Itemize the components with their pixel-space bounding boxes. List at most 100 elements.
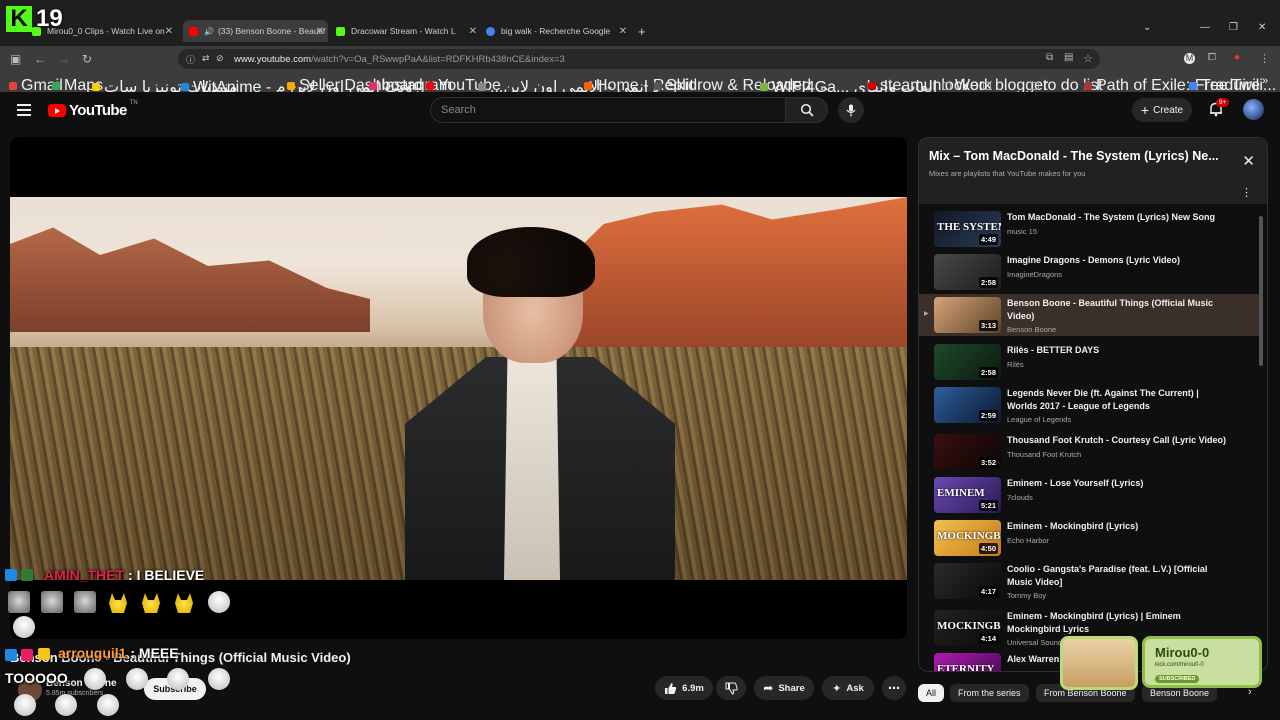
chat-badge-icon (5, 569, 17, 581)
playlist-item-title: Alex Warren - (1007, 654, 1065, 664)
forward-icon[interactable]: → (58, 52, 70, 66)
close-icon[interactable]: ✕ (1242, 152, 1255, 170)
stream-overlay-counter: K 19 (6, 5, 63, 33)
share-button[interactable]: ➦ Share (754, 676, 814, 700)
minimize-icon[interactable]: — (1200, 22, 1210, 33)
youtube-favicon-icon (189, 26, 198, 36)
site-info-icon[interactable]: ⓘ (186, 53, 195, 66)
subscriber-count: 5.85m subscribers (46, 690, 104, 697)
thumbnail-text: MOCKINGBIRD (937, 530, 1001, 542)
install-icon[interactable]: ⧉ (1046, 52, 1053, 63)
more-actions-icon[interactable]: ⋯ (882, 676, 906, 700)
video-thumbnail[interactable]: 2:59 (934, 387, 1001, 423)
like-count: 6.9m (682, 682, 704, 694)
bookmark-icon (760, 83, 768, 91)
like-button[interactable]: 6.9m (655, 676, 713, 700)
video-player[interactable] (10, 137, 907, 639)
video-thumbnail[interactable]: 3:13 (934, 297, 1001, 333)
duration-badge: 5:21 (978, 500, 998, 511)
chip-from-series[interactable]: From the series (950, 684, 1029, 702)
playlist-item-channel: Echo Harbor (1007, 535, 1050, 545)
chat-badge-icon (21, 569, 33, 581)
browser-tab-3[interactable]: Dracowar Stream - Watch L ✕ (336, 20, 481, 42)
playlist-item[interactable]: ▶ 3:13 Benson Boone - Beautiful Things (Of… (919, 294, 1259, 336)
close-icon[interactable]: ✕ (165, 26, 173, 37)
video-thumbnail[interactable]: EMINEM 5:21 (934, 477, 1001, 513)
more-bookmarks-icon[interactable]: » (1262, 75, 1268, 87)
logo-region: TN (129, 100, 138, 106)
close-window-icon[interactable]: ✕ (1258, 22, 1266, 33)
tab-search-icon[interactable]: ⌄ (1143, 22, 1151, 33)
duration-badge: 2:58 (978, 277, 998, 288)
more-options-icon[interactable]: ⋮ (1241, 186, 1252, 199)
playlist-item[interactable]: 3:52 Thousand Foot Krutch - Courtesy Call… (919, 431, 1259, 473)
playlist-item[interactable]: 2:58 Rilès - BETTER DAYS Rilès (919, 341, 1259, 383)
ask-button[interactable]: ✦ Ask (822, 676, 874, 700)
playlist-item-title: Rilès - BETTER DAYS (1007, 345, 1100, 355)
new-tab-button[interactable]: + (638, 20, 652, 42)
playlist-item-title: Eminem - Mockingbird (Lyrics) (1007, 521, 1139, 531)
sidebar-icon[interactable]: ▣ (10, 52, 21, 66)
crown-badge-icon (38, 648, 50, 660)
tracking-icon[interactable]: ⊘ (216, 53, 224, 64)
youtube-logo[interactable]: YouTube TN (48, 100, 138, 119)
playlist-item-title: Legends Never Die (ft. Against The Curre… (1007, 388, 1199, 411)
video-thumbnail[interactable]: 2:58 (934, 254, 1001, 290)
account-avatar[interactable] (1243, 99, 1264, 120)
share-label: Share (778, 682, 805, 694)
extension-m-icon[interactable]: M (1184, 53, 1195, 64)
mountain-left (10, 227, 370, 332)
address-bar[interactable]: ⓘ ⇄ ⊘ www.youtube.com/watch?v=Oa_RSwwpPa… (178, 49, 1100, 69)
back-icon[interactable]: ← (34, 52, 46, 66)
playlist-item-title: Tom MacDonald - The System (Lyrics) New … (1007, 212, 1216, 222)
reload-icon[interactable]: ↻ (82, 52, 92, 66)
cast-icon[interactable]: ▤ (1064, 52, 1073, 63)
video-thumbnail[interactable]: ETERNITY (934, 653, 1001, 672)
close-icon[interactable]: ✕ (316, 26, 324, 37)
folder-icon (1031, 82, 1039, 90)
video-thumbnail[interactable]: 4:17 (934, 563, 1001, 599)
search-button[interactable] (786, 97, 828, 123)
browser-tab-2[interactable]: 🔊 (33) Benson Boone - Beautif ✕ (183, 20, 328, 42)
playlist-item[interactable]: 2:58 Imagine Dragons - Demons (Lyric Vide… (919, 251, 1259, 293)
playlist-item[interactable]: EMINEM 5:21 Eminem - Lose Yourself (Lyrics… (919, 474, 1259, 516)
create-button[interactable]: + Create (1132, 98, 1192, 122)
bookmark-icon (92, 83, 100, 91)
video-thumbnail[interactable]: MOCKINGBIRD4:14 (934, 610, 1001, 646)
emote-icon (74, 591, 96, 613)
video-thumbnail[interactable]: 2:58 (934, 344, 1001, 380)
playlist-header: Mix – Tom MacDonald - The System (Lyrics… (919, 138, 1267, 204)
video-thumbnail[interactable]: MOCKINGBIRD4:50 (934, 520, 1001, 556)
playlist-panel: Mix – Tom MacDonald - The System (Lyrics… (918, 137, 1268, 672)
maximize-icon[interactable]: ❐ (1229, 22, 1238, 33)
thumbnail-text: ETERNITY (937, 663, 995, 672)
ghost-emote-icon (167, 668, 189, 690)
playlist-item-text: Coolio - Gangsta's Paradise (feat. L.V.)… (1007, 563, 1227, 603)
profile-icon[interactable]: ● (1234, 52, 1240, 63)
tune-icon[interactable]: ⇄ (202, 53, 210, 64)
video-thumbnail[interactable]: THE SYSTEM4:49 (934, 211, 1001, 247)
playlist-item[interactable]: THE SYSTEM4:49 Tom MacDonald - The System… (919, 208, 1259, 250)
video-thumbnail[interactable]: 3:52 (934, 434, 1001, 470)
playlist-item[interactable]: MOCKINGBIRD4:50 Eminem - Mockingbird (Lyr… (919, 517, 1259, 559)
duration-badge: 4:14 (978, 633, 998, 644)
bookmark-star-icon[interactable]: ☆ (1083, 52, 1093, 65)
bookmark-icon (478, 83, 486, 91)
chip-all[interactable]: All (918, 684, 945, 702)
playlist-item[interactable]: 4:17 Coolio - Gangsta's Paradise (feat. L… (919, 560, 1259, 602)
kick-logo: K (6, 5, 32, 32)
search-input[interactable]: Search (430, 97, 786, 123)
browser-tab-4[interactable]: big walk - Recherche Google ✕ (486, 20, 631, 42)
dislike-button[interactable] (716, 676, 746, 700)
speaker-icon[interactable]: 🔊 (204, 27, 214, 36)
playlist-scrollbar[interactable] (1259, 216, 1263, 366)
close-icon[interactable]: ✕ (469, 26, 477, 37)
extensions-icon[interactable]: ⧠ (1208, 52, 1216, 63)
hamburger-menu-icon[interactable] (17, 104, 31, 116)
browser-menu-icon[interactable]: ⋮ (1259, 52, 1270, 65)
playlist-item[interactable]: 2:59 Legends Never Die (ft. Against The C… (919, 384, 1259, 426)
playlist-item-title: Imagine Dragons - Demons (Lyric Video) (1007, 255, 1181, 265)
playlist-title[interactable]: Mix – Tom MacDonald - The System (Lyrics… (929, 149, 1219, 163)
voice-search-button[interactable] (838, 97, 864, 123)
close-icon[interactable]: ✕ (619, 26, 627, 37)
